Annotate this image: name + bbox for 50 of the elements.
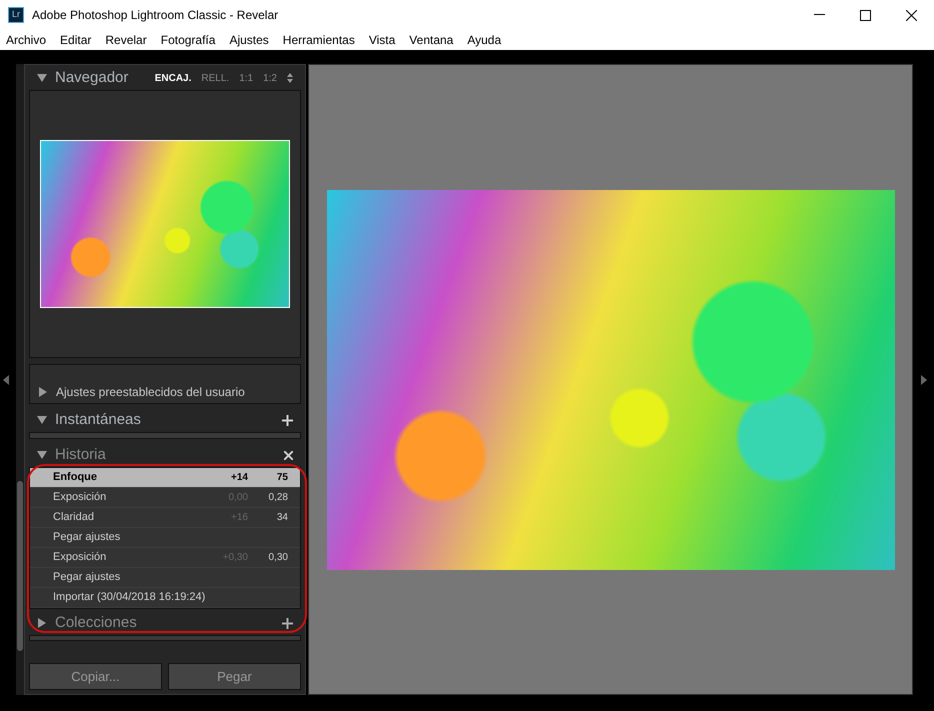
menu-item[interactable]: Ayuda <box>467 31 502 49</box>
history-step-name: Exposición <box>53 550 106 566</box>
menu-item[interactable]: Editar <box>60 31 92 49</box>
plus-icon[interactable] <box>282 618 293 628</box>
minimize-icon <box>814 14 824 16</box>
panel-title[interactable]: Colecciones <box>55 612 137 634</box>
menu-item[interactable]: Revelar <box>105 31 147 49</box>
history-step-name: Claridad <box>53 510 94 526</box>
after-value: 0,28 <box>268 491 288 505</box>
history-item[interactable]: Enfoque +14 75 <box>30 468 300 488</box>
panel-title[interactable]: Instantáneas <box>55 408 141 432</box>
left-arrow-icon[interactable] <box>3 374 9 384</box>
menu-item[interactable]: Vista <box>368 31 396 49</box>
menu-item[interactable]: Herramientas <box>282 31 355 49</box>
maximize-icon <box>860 10 870 20</box>
menu-item[interactable]: Ajustes <box>229 31 269 49</box>
scrollbar-thumb[interactable] <box>17 481 23 651</box>
history-item[interactable]: Pegar ajustes <box>30 568 300 588</box>
zoom-option[interactable]: ENCAJ. <box>154 70 192 86</box>
before-value: +14 <box>230 471 248 485</box>
history-step-name: Enfoque <box>53 470 97 486</box>
plus-icon[interactable] <box>282 414 293 426</box>
zoom-option[interactable]: 1:2 <box>263 70 277 86</box>
collapse-triangle-icon[interactable] <box>37 450 47 460</box>
expand-triangle-icon[interactable] <box>37 618 47 628</box>
after-value: 75 <box>276 471 288 485</box>
history-step-name: Exposición <box>53 490 106 506</box>
panel-title[interactable]: Historia <box>55 444 106 466</box>
app-logo-icon: Lr <box>8 7 24 23</box>
collapse-triangle-icon[interactable] <box>37 415 47 425</box>
collapse-triangle-icon[interactable] <box>37 73 47 83</box>
after-value: 34 <box>276 511 288 525</box>
history-step-name: Pegar ajustes <box>53 570 120 586</box>
stepper-arrows-icon[interactable] <box>287 73 293 83</box>
zoom-option[interactable]: RELL. <box>201 70 230 86</box>
menu-item[interactable]: Ventana <box>409 31 454 49</box>
history-step-name: Pegar ajustes <box>53 530 120 546</box>
expand-triangle-icon[interactable] <box>38 387 48 397</box>
menu-item[interactable]: Fotografía <box>160 31 216 49</box>
history-item[interactable]: Pegar ajustes <box>30 528 300 548</box>
menu-item[interactable]: Archivo <box>6 31 46 49</box>
history-item[interactable]: Importar (30/04/2018 16:19:24) <box>30 588 300 608</box>
window-title: Adobe Photoshop Lightroom Classic - Revelar <box>32 7 278 24</box>
right-arrow-icon[interactable] <box>920 374 926 384</box>
close-icon <box>906 10 916 20</box>
after-value: 0,30 <box>268 551 288 565</box>
panel-title[interactable]: Navegador <box>55 66 128 90</box>
close-icon[interactable] <box>284 450 293 460</box>
history-step-name: Importar (30/04/2018 16:19:24) <box>53 590 206 606</box>
zoom-option[interactable]: 1:1 <box>239 70 254 86</box>
